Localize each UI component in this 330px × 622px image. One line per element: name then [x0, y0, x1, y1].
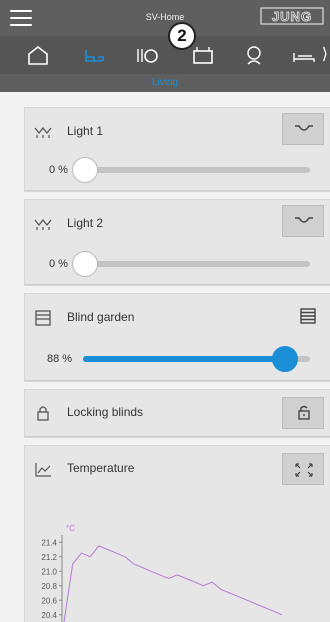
temperature-chart: °C 21.4 21.2 21.0 20.8 20.6 20.4	[41, 524, 283, 622]
app-header: SV-Home JUNG 1 1 ⟩ 2 Living	[0, 0, 330, 92]
room-tab-bar: 1 1	[0, 36, 330, 89]
expand-icon	[295, 463, 313, 477]
blind-value: 88 %	[47, 353, 73, 365]
light-1-toggle-button[interactable]	[282, 113, 324, 145]
card-title: Temperature	[67, 461, 135, 475]
light-1-value: 0 %	[49, 164, 68, 176]
switch-icon	[295, 125, 313, 131]
card-title: Locking blinds	[67, 405, 144, 419]
dining-icon[interactable]	[133, 42, 161, 68]
card-title: Light 2	[67, 216, 104, 230]
y-tick-label: 21.0	[41, 567, 57, 576]
locking-blinds-button[interactable]	[282, 397, 324, 429]
blind-icon	[35, 310, 51, 326]
y-tick-label: 20.8	[41, 582, 57, 591]
home-icon[interactable]	[24, 42, 52, 68]
top-bar: SV-Home JUNG	[0, 0, 330, 36]
svg-text:JUNG: JUNG	[272, 9, 312, 24]
brand-logo: JUNG	[260, 7, 324, 25]
switch-icon	[295, 217, 313, 223]
locking-blinds-card: Locking blinds	[25, 390, 330, 437]
annotation-number: 2	[168, 22, 196, 50]
temperature-series-line	[63, 545, 283, 622]
light-2-slider-track[interactable]	[76, 261, 310, 267]
y-tick-label: 21.4	[41, 538, 57, 547]
blind-slider-fill	[83, 356, 283, 362]
y-axis-unit-label: °C	[66, 524, 75, 533]
light-2-value: 0 %	[49, 258, 68, 270]
light-icon	[34, 126, 52, 138]
unlock-icon	[298, 405, 310, 420]
expand-chart-button[interactable]	[282, 453, 324, 485]
light-icon	[34, 218, 52, 230]
blind-garden-card: Blind garden 88 %	[25, 294, 330, 381]
light-1-card: Light 1 0 %	[25, 108, 330, 191]
card-title: Light 1	[67, 124, 104, 138]
person-icon[interactable]	[240, 42, 268, 68]
selected-room-label: Living	[151, 77, 179, 88]
lock-icon	[37, 406, 49, 421]
y-tick-label: 20.4	[41, 611, 57, 620]
card-title: Blind garden	[67, 310, 135, 324]
light-2-card: Light 2 0 %	[25, 200, 330, 285]
light-2-toggle-button[interactable]	[282, 205, 324, 237]
chart-icon	[35, 463, 51, 477]
y-tick-label: 21.2	[41, 553, 57, 562]
living-room-icon[interactable]	[80, 42, 108, 68]
blind-slider-knob[interactable]	[272, 346, 298, 372]
blind-closed-icon[interactable]	[300, 308, 316, 324]
scroll-right-icon[interactable]: ⟩	[322, 44, 328, 64]
y-tick-label: 20.6	[41, 596, 57, 605]
kitchen-icon[interactable]	[189, 42, 217, 68]
light-1-slider-knob[interactable]	[72, 157, 98, 183]
light-2-slider-knob[interactable]	[72, 251, 98, 277]
light-1-slider-track[interactable]	[76, 167, 310, 173]
bedroom-icon[interactable]	[290, 42, 318, 68]
